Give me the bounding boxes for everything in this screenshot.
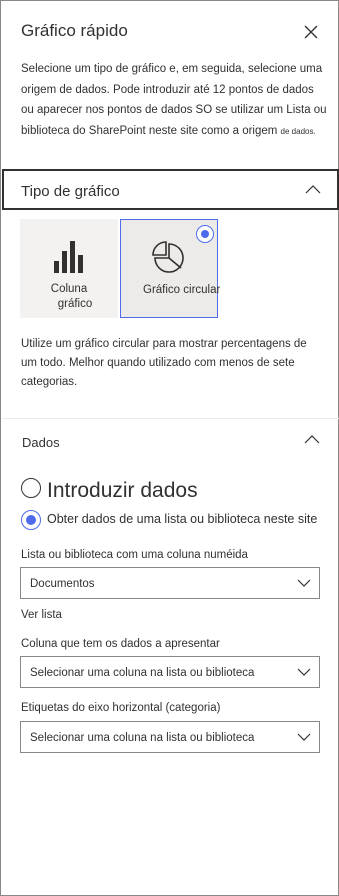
view-list-link[interactable]: Ver lista: [21, 609, 62, 621]
chart-type-header-label: Tipo de gráfico: [21, 183, 120, 200]
enter-data-radio[interactable]: [21, 478, 41, 498]
pie-chart-tile[interactable]: Gráfico circular: [120, 219, 220, 318]
axis-dropdown-value: Selecionar uma coluna na lista ou biblio…: [30, 732, 255, 744]
axis-dropdown[interactable]: Selecionar uma coluna na lista ou biblio…: [20, 721, 320, 753]
column-dropdown[interactable]: Selecionar uma coluna na lista ou biblio…: [20, 656, 320, 688]
column-field-label: Coluna que tem os dados a apresentar: [21, 638, 220, 650]
data-section-header[interactable]: Dados: [2, 429, 339, 457]
intro-body: Selecione um tipo de gráfico e, em segui…: [21, 63, 327, 137]
close-icon: [304, 25, 318, 39]
data-header-label: Dados: [22, 435, 60, 450]
pie-chart-icon: [152, 241, 184, 273]
list-data-label[interactable]: Obter dados de uma lista ou biblioteca n…: [47, 512, 317, 526]
quick-chart-panel: Gráfico rápido Selecione um tipo de gráf…: [0, 0, 339, 896]
chevron-down-icon: [297, 668, 311, 676]
intro-text: Selecione um tipo de gráfico e, em segui…: [21, 59, 329, 142]
close-button[interactable]: [301, 22, 321, 42]
list-field-label: Lista ou biblioteca com uma coluna numéi…: [21, 549, 248, 561]
chevron-down-icon: [297, 579, 311, 587]
column-chart-icon: [54, 241, 83, 273]
list-data-radio[interactable]: [21, 510, 41, 530]
panel-title: Gráfico rápido: [21, 21, 128, 40]
chart-type-section-header[interactable]: Tipo de gráfico: [2, 169, 339, 210]
axis-field-label: Etiquetas do eixo horizontal (categoria): [21, 702, 221, 714]
selected-radio-icon: [196, 225, 214, 243]
list-dropdown-value: Documentos: [30, 578, 95, 590]
chart-description: Utilize um gráfico circular para mostrar…: [21, 338, 307, 388]
pie-chart-label: Gráfico circular: [143, 284, 221, 296]
divider: [2, 418, 339, 419]
list-dropdown[interactable]: Documentos: [20, 567, 320, 599]
column-chart-label-line1: Coluna: [50, 283, 88, 295]
column-chart-label-line2: gráfico: [57, 298, 93, 310]
enter-data-label[interactable]: Introduzir dados: [47, 479, 198, 503]
column-chart-label: Coluna gráfico: [20, 282, 118, 312]
chevron-up-icon: [304, 435, 320, 444]
intro-tail: de dados.: [280, 126, 316, 136]
column-chart-tile[interactable]: Coluna gráfico: [20, 219, 118, 318]
column-dropdown-value: Selecionar uma coluna na lista ou biblio…: [30, 667, 255, 679]
chevron-up-icon: [305, 185, 321, 194]
chevron-down-icon: [297, 733, 311, 741]
